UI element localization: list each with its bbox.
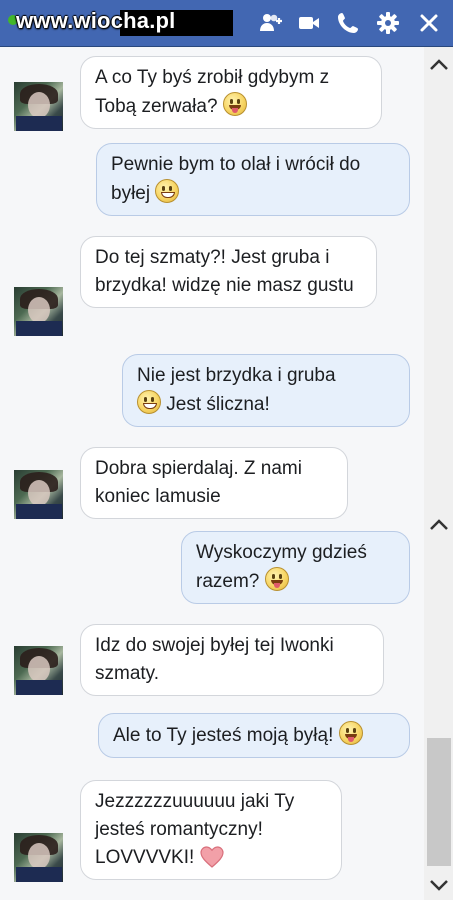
watermark: www.wiocha.pl (16, 8, 176, 33)
grin-face-icon (137, 390, 161, 414)
message-text: Pewnie bym to olał i wrócił do byłej (111, 154, 361, 204)
incoming-message: Jezzzzzzuuuuuu jaki Ty jesteś romantyczn… (80, 780, 342, 880)
phone-icon[interactable] (335, 10, 361, 36)
scrollbar-thumb[interactable] (427, 738, 451, 866)
scroll-down-icon[interactable] (427, 876, 451, 894)
incoming-message: Idz do swojej byłej tej Iwonki szmaty. (80, 624, 384, 696)
message-text: Idz do swojej byłej tej Iwonki szmaty. (95, 635, 334, 684)
contact-avatar[interactable] (14, 833, 63, 882)
tongue-face-icon (338, 721, 363, 745)
outgoing-message: Pewnie bym to olał i wrócił do byłej (96, 143, 410, 216)
add-person-icon[interactable] (258, 10, 284, 36)
message-text: Jezzzzzzuuuuuu jaki Ty jesteś romantyczn… (95, 791, 295, 868)
incoming-message: Do tej szmaty?! Jest gruba i brzydka! wi… (80, 236, 377, 308)
contact-avatar[interactable] (14, 646, 63, 695)
grin-face-icon (155, 179, 180, 203)
message-text: Nie jest brzydka i gruba (137, 365, 336, 386)
message-text: Jest śliczna! (166, 394, 270, 415)
video-camera-icon[interactable] (296, 10, 322, 36)
contact-avatar[interactable] (14, 287, 63, 336)
message-text: Dobra spierdalaj. Z nami koniec lamusie (95, 458, 302, 507)
contact-avatar[interactable] (14, 470, 63, 519)
scroll-up-icon[interactable] (427, 56, 451, 74)
incoming-message: A co Ty byś zrobił gdybym z Tobą zerwała… (80, 56, 382, 129)
gear-icon[interactable] (375, 10, 401, 36)
outgoing-message: Ale to Ty jesteś moją byłą! (98, 713, 410, 758)
contact-avatar[interactable] (14, 82, 63, 131)
message-text: Do tej szmaty?! Jest gruba i brzydka! wi… (95, 247, 354, 296)
tongue-face-icon (264, 567, 289, 591)
tongue-face-icon (222, 92, 247, 116)
message-text: A co Ty byś zrobił gdybym z Tobą zerwała… (95, 67, 330, 117)
heart-icon (199, 846, 224, 868)
outgoing-message: Wyskoczymy gdzieś razem? (181, 531, 410, 604)
scroll-up-icon[interactable] (427, 516, 451, 534)
close-icon[interactable] (416, 10, 442, 36)
message-text: Ale to Ty jesteś moją byłą! (113, 725, 334, 746)
chat-header: www.wiocha.pl (0, 0, 453, 47)
outgoing-message: Nie jest brzydka i gruba Jest śliczna! (122, 354, 410, 427)
incoming-message: Dobra spierdalaj. Z nami koniec lamusie (80, 447, 348, 519)
